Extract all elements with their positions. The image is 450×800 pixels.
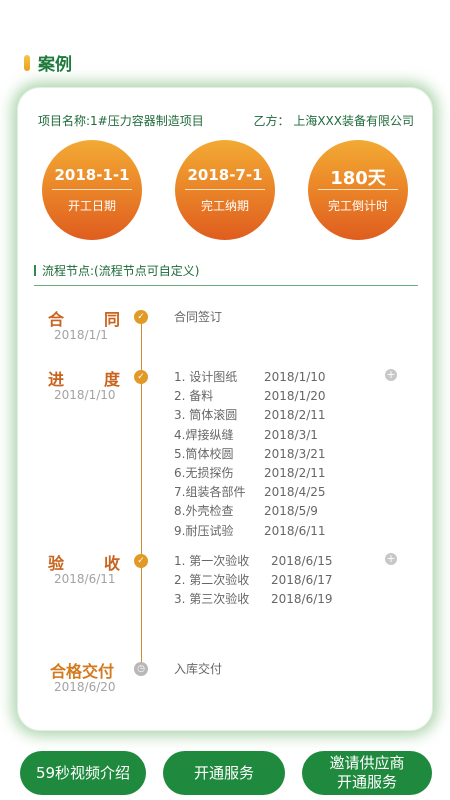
step-text: 6.无损探伤 — [174, 465, 234, 480]
step-item: 入库交付 — [174, 660, 222, 679]
step-text: 2. 备料 — [174, 389, 214, 404]
node-date: 2018/6/11 — [54, 572, 116, 586]
step-item: 3. 第三次验收 2018/6/19 — [174, 590, 333, 609]
node-date: 2018/6/20 — [54, 680, 116, 694]
clock-icon: ◷ — [134, 662, 148, 676]
step-date: 2018/6/19 — [271, 592, 333, 607]
milestone-divider — [318, 189, 398, 190]
timeline-line — [141, 314, 142, 670]
node-title-char: 验 — [48, 554, 65, 573]
step-date: 2018/2/11 — [264, 465, 326, 480]
flow-title: 流程节点:(流程节点可自定义) — [34, 262, 199, 279]
step-item: 合同签订 — [174, 308, 222, 327]
step-text: 3. 筒体滚圆 — [174, 408, 238, 423]
node-steps: 1. 设计图纸 2018/1/10 2. 备料 2018/1/20 3. 筒体滚圆 2… — [174, 368, 326, 541]
section-accent-bar — [24, 54, 30, 71]
expand-plus-icon[interactable]: + — [385, 369, 397, 381]
milestone-deadline: 2018-7-1 完工纳期 — [175, 140, 275, 240]
check-icon: ✓ — [134, 310, 148, 324]
section-title: 案例 — [38, 55, 72, 75]
node-date: 2018/1/1 — [54, 328, 108, 342]
step-text: 5.筒体校圆 — [174, 446, 234, 461]
step-date: 2018/1/20 — [264, 389, 326, 404]
node-steps: 入库交付 — [174, 660, 222, 679]
step-item: 6.无损探伤 2018/2/11 — [174, 464, 326, 483]
node-date: 2018/1/10 — [54, 388, 116, 402]
node-title-char: 同 — [103, 310, 120, 329]
step-date: 2018/6/17 — [271, 573, 333, 588]
milestone-divider — [185, 189, 265, 190]
step-date: 2018/3/1 — [264, 427, 318, 442]
check-icon: ✓ — [134, 554, 148, 568]
invite-line-2: 开通服务 — [336, 773, 397, 791]
step-text: 1. 第一次验收 — [174, 554, 250, 568]
milestone-value: 180天 — [330, 168, 386, 189]
section-header: 案例 — [24, 50, 72, 75]
step-item: 5.筒体校圆 2018/3/21 — [174, 445, 326, 464]
case-card: 项目名称:1#压力容器制造项目 乙方： 上海XXX装备有限公司 2018-1-1… — [18, 88, 432, 730]
project-name: 项目名称:1#压力容器制造项目 — [38, 114, 204, 128]
milestone-start-date: 2018-1-1 开工日期 — [42, 140, 142, 240]
invite-supplier-button[interactable]: 邀请供应商 开通服务 — [302, 751, 432, 795]
step-item: 1. 设计图纸 2018/1/10 — [174, 368, 326, 387]
step-item: 4.焊接纵缝 2018/3/1 — [174, 426, 326, 445]
node-title: 合格交付 — [50, 658, 140, 682]
step-item: 3. 筒体滚圆 2018/2/11 — [174, 406, 326, 425]
milestone-divider — [52, 189, 132, 190]
step-item: 2. 备料 2018/1/20 — [174, 387, 326, 406]
node-title: 验 收 — [48, 550, 120, 574]
step-item: 2. 第二次验收 2018/6/17 — [174, 571, 333, 590]
party-b: 乙方： 上海XXX装备有限公司 — [253, 114, 414, 128]
node-title-char: 合 — [48, 310, 65, 329]
step-item: 7.组装各部件 2018/4/25 — [174, 483, 326, 502]
node-title-char: 进 — [48, 370, 65, 389]
milestone-value: 2018-7-1 — [187, 166, 263, 184]
flow-title-text: 流程节点:(流程节点可自定义) — [42, 264, 200, 278]
flow-title-mark — [34, 265, 36, 276]
step-text: 合同签订 — [174, 310, 223, 324]
check-icon: ✓ — [134, 370, 148, 384]
milestone-label: 开工日期 — [67, 199, 116, 213]
step-date: 2018/3/21 — [264, 446, 326, 461]
step-date: 2018/6/11 — [264, 523, 326, 538]
step-text: 2. 第二次验收 — [174, 573, 250, 588]
step-date: 2018/6/15 — [271, 554, 333, 568]
step-date: 2018/4/25 — [264, 485, 326, 500]
step-text: 8.外壳检查 — [174, 504, 234, 519]
video-intro-button[interactable]: 59秒视频介绍 — [20, 751, 146, 795]
step-date: 2018/5/9 — [264, 504, 318, 519]
invite-line-1: 邀请供应商 — [329, 754, 405, 772]
node-steps: 合同签订 — [174, 308, 222, 327]
node-steps: 1. 第一次验收 2018/6/15 2. 第二次验收 2018/6/17 3. 第… — [174, 552, 333, 610]
step-text: 9.耐压试验 — [174, 523, 234, 538]
milestone-label: 完工倒计时 — [327, 199, 388, 213]
case-page: 案例 项目名称:1#压力容器制造项目 乙方： 上海XXX装备有限公司 2018-… — [0, 0, 450, 800]
node-title: 进 度 — [48, 366, 120, 390]
step-text: 7.组装各部件 — [174, 485, 246, 500]
step-item: 1. 第一次验收 2018/6/15 — [174, 552, 333, 571]
node-title-text: 合格交付 — [50, 662, 115, 681]
milestone-value: 2018-1-1 — [54, 166, 130, 184]
step-text: 4.焊接纵缝 — [174, 427, 234, 442]
node-title-char: 度 — [103, 370, 120, 389]
milestone-label: 完工纳期 — [200, 199, 249, 213]
step-text: 入库交付 — [174, 662, 223, 676]
node-title-char: 收 — [103, 554, 120, 573]
step-text: 1. 设计图纸 — [174, 370, 238, 384]
project-info: 项目名称:1#压力容器制造项目 乙方： 上海XXX装备有限公司 — [38, 112, 414, 129]
step-date: 2018/1/10 — [264, 370, 326, 384]
step-item: 8.外壳检查 2018/5/9 — [174, 502, 326, 521]
step-item: 9.耐压试验 2018/6/11 — [174, 522, 326, 541]
flow-divider — [34, 285, 418, 286]
step-date: 2018/2/11 — [264, 408, 326, 423]
open-service-button[interactable]: 开通服务 — [163, 751, 285, 795]
step-text: 3. 第三次验收 — [174, 592, 250, 607]
expand-plus-icon[interactable]: + — [385, 553, 397, 565]
node-title: 合 同 — [48, 306, 120, 330]
milestone-countdown: 180天 完工倒计时 — [308, 140, 408, 240]
